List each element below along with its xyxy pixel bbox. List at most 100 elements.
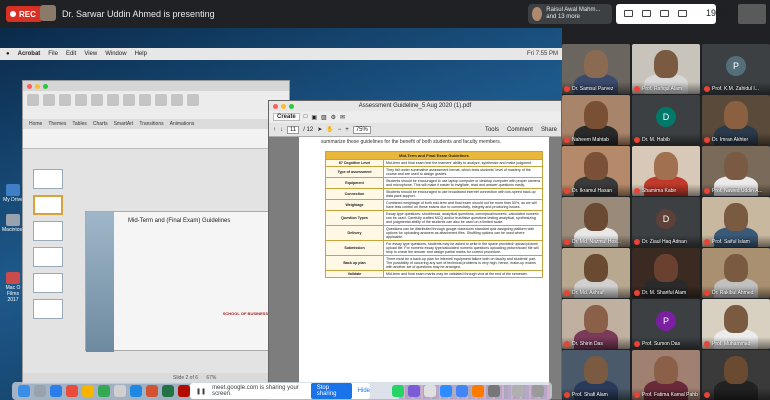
zoom-icon[interactable] — [289, 104, 294, 109]
minimize-icon[interactable] — [281, 104, 286, 109]
apple-icon[interactable]: ● — [6, 51, 10, 57]
participant-tile[interactable]: Shamima Kabir — [632, 146, 700, 196]
participant-tile[interactable] — [702, 350, 770, 400]
undo-icon[interactable] — [171, 94, 183, 106]
participant-tile[interactable]: Dr. Imran Akhter — [702, 95, 770, 145]
select-tool-icon[interactable]: ➤ — [317, 126, 322, 133]
hide-banner-button[interactable]: Hide — [358, 388, 370, 394]
participant-tile[interactable]: Dr. Samsul Parvez — [562, 44, 630, 94]
settings-icon[interactable]: ⚙ — [331, 114, 336, 121]
participant-tile[interactable]: Prof. Nawed Uddin A... — [702, 146, 770, 196]
activities-icon[interactable] — [660, 10, 669, 17]
paste-icon[interactable] — [139, 94, 151, 106]
desktop-icon-macintosh[interactable]: Macintosh — [2, 214, 25, 233]
save-icon[interactable] — [75, 94, 87, 106]
menu-help[interactable]: Help — [135, 51, 147, 57]
close-icon[interactable] — [27, 83, 32, 89]
new-icon[interactable] — [27, 94, 39, 106]
launchpad-icon[interactable] — [34, 385, 46, 397]
tab-share[interactable]: Share — [541, 127, 557, 133]
zoom-select[interactable]: 75% — [352, 125, 371, 134]
tab-smartart[interactable]: SmartArt — [114, 121, 134, 127]
hand-tool-icon[interactable]: ✋ — [326, 126, 333, 133]
open-icon[interactable] — [59, 94, 71, 106]
chrome-icon[interactable] — [66, 385, 78, 397]
menu-file[interactable]: File — [48, 51, 58, 57]
participant-tile[interactable]: Dr. Md. Ashraf — [562, 248, 630, 298]
participant-tile[interactable]: Prof. Saiful Islam — [702, 197, 770, 247]
zoom-in-icon[interactable]: + — [345, 127, 349, 133]
mail-icon[interactable]: ✉ — [340, 114, 345, 121]
desktop-icon-drive[interactable]: My Drive — [2, 184, 24, 203]
participant-tile[interactable]: Prof. Fatima Kamal Pahbi — [632, 350, 700, 400]
participant-tile[interactable]: Prof. Shafi Alam — [562, 350, 630, 400]
zoom-icon[interactable] — [43, 83, 48, 89]
stop-sharing-button[interactable]: Stop sharing — [310, 383, 352, 399]
create-button[interactable]: Create — [273, 113, 300, 121]
save-icon[interactable]: ▣ — [311, 114, 317, 121]
slide-thumbnail[interactable] — [33, 299, 63, 319]
page-number-input[interactable]: 11 — [287, 125, 300, 134]
slide-thumbnail-selected[interactable] — [33, 195, 63, 215]
zoom-out-icon[interactable]: − — [338, 127, 342, 133]
tab-themes[interactable]: Themes — [48, 121, 66, 127]
whatsapp-icon[interactable] — [392, 385, 404, 397]
tab-transitions[interactable]: Transitions — [139, 121, 163, 127]
calendar-icon[interactable] — [114, 385, 126, 397]
participant-tile[interactable]: Dr. M. Shariful Alam — [632, 248, 700, 298]
slide-thumbnail[interactable] — [33, 221, 63, 241]
participant-tile[interactable]: D Dr. M. Habib — [632, 95, 700, 145]
safari-icon[interactable] — [50, 385, 62, 397]
preview-icon[interactable] — [424, 385, 436, 397]
menu-view[interactable]: View — [84, 51, 97, 57]
open-icon[interactable]: □ — [304, 114, 308, 120]
participant-tile[interactable]: D Dr. Ziaul Haq Adnan — [632, 197, 700, 247]
cut-icon[interactable] — [107, 94, 119, 106]
vlc-icon[interactable] — [472, 385, 484, 397]
redo-icon[interactable] — [187, 94, 199, 106]
chat-icon[interactable] — [642, 10, 651, 17]
close-icon[interactable] — [273, 104, 278, 109]
menu-window[interactable]: Window — [105, 51, 126, 57]
copy-icon[interactable] — [123, 94, 135, 106]
desktop-icon-films[interactable]: Mac O Films 2017 — [2, 272, 24, 303]
acrobat-icon[interactable] — [178, 385, 190, 397]
slide-thumbnail[interactable] — [33, 247, 63, 267]
page-down-icon[interactable]: ↓ — [280, 127, 283, 133]
slide-thumbnail[interactable] — [33, 273, 63, 293]
participant-tile[interactable]: P Prof. Sumon Das — [632, 299, 700, 349]
people-icon[interactable] — [624, 10, 633, 17]
meet-app-icon[interactable] — [456, 385, 468, 397]
print-icon[interactable] — [91, 94, 103, 106]
self-view-tile[interactable] — [738, 4, 766, 24]
zoom-app-icon[interactable] — [440, 385, 452, 397]
participants-pill[interactable]: Raisul Awal Mahm... and 13 more — [528, 4, 612, 24]
word-icon[interactable] — [130, 385, 142, 397]
finder-icon[interactable] — [18, 385, 30, 397]
pdf-page[interactable]: summarize these guidelines for the benef… — [299, 137, 549, 399]
settings-icon[interactable] — [488, 385, 500, 397]
facetime-icon[interactable] — [98, 385, 110, 397]
tab-tables[interactable]: Tables — [72, 121, 86, 127]
participant-tile[interactable]: Prof. Rafiqul Alam — [632, 44, 700, 94]
templates-icon[interactable] — [43, 94, 55, 106]
participant-tile[interactable]: Dr. Rakibul Ahmed — [702, 248, 770, 298]
info-icon[interactable] — [678, 10, 687, 17]
participant-tile[interactable]: Dr. Md. Nazmul Hos... — [562, 197, 630, 247]
participant-tile[interactable]: Naheem Mahtab — [562, 95, 630, 145]
notes-icon[interactable] — [82, 385, 94, 397]
menu-edit[interactable]: Edit — [66, 51, 76, 57]
minimize-icon[interactable] — [35, 83, 40, 89]
powerpoint-icon[interactable] — [146, 385, 158, 397]
tab-charts[interactable]: Charts — [93, 121, 108, 127]
print-icon[interactable]: ▨ — [321, 114, 327, 121]
participant-tile[interactable]: P Prof. K.M. Zahidul I... — [702, 44, 770, 94]
tab-animations[interactable]: Animations — [170, 121, 195, 127]
menu-acrobat[interactable]: Acrobat — [18, 51, 41, 57]
participant-tile[interactable]: Dr. Shirin Das — [562, 299, 630, 349]
tab-home[interactable]: Home — [29, 121, 42, 127]
format-icon[interactable] — [155, 94, 167, 106]
slide-canvas[interactable]: Mid-Term and (Final Exam) Guidelines SCH… — [85, 211, 281, 352]
participant-tile[interactable]: Dr. Ikramul Hasan — [562, 146, 630, 196]
slide-thumbnail[interactable] — [33, 169, 63, 189]
